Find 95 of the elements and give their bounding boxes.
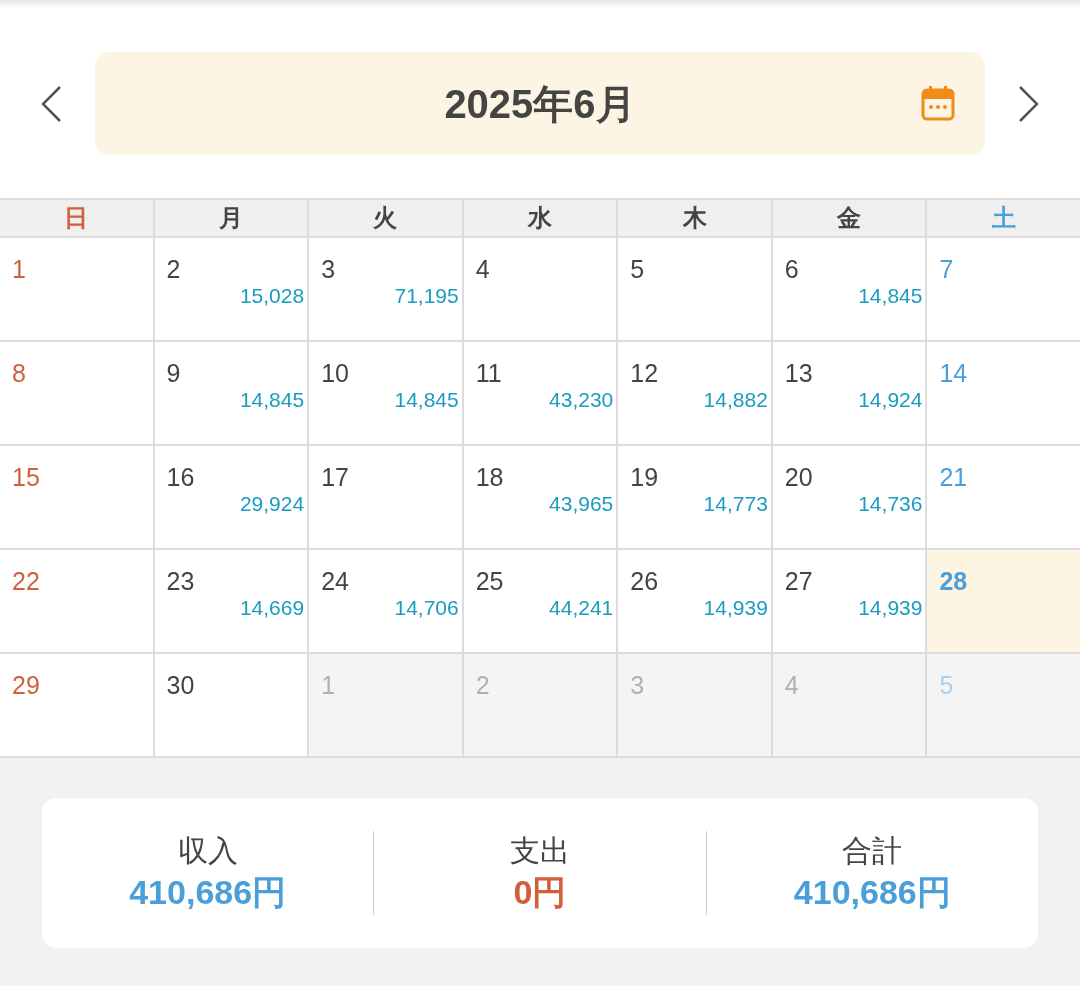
- day-number: 3: [321, 254, 337, 284]
- weekday-header: 水: [463, 200, 617, 236]
- weekday-header: 金: [772, 200, 926, 236]
- day-cell[interactable]: 6 14,845: [772, 238, 926, 340]
- summary-value: 410,686円: [129, 872, 287, 913]
- day-amount: 14,706: [394, 596, 459, 620]
- day-amount: 14,845: [394, 388, 459, 412]
- day-number: 21: [939, 462, 969, 492]
- day-number: 19: [630, 462, 660, 492]
- summary-label: 収入: [177, 833, 238, 869]
- day-number: 30: [166, 670, 196, 700]
- day-cell[interactable]: 24 14,706: [309, 550, 462, 652]
- day-number: 13: [784, 358, 814, 388]
- chevron-left-icon: [40, 84, 62, 123]
- day-cell[interactable]: 1: [0, 238, 153, 340]
- day-number: 7: [939, 254, 955, 284]
- day-number: 5: [630, 254, 646, 284]
- day-number: 8: [12, 358, 27, 388]
- day-number: 4: [475, 254, 491, 284]
- summary-value: 0円: [513, 872, 567, 913]
- day-number: 9: [166, 358, 182, 388]
- day-cell[interactable]: 8: [0, 342, 153, 444]
- day-cell[interactable]: 27 14,939: [772, 550, 926, 652]
- day-number: 29: [12, 670, 41, 700]
- weekday-header: 木: [618, 200, 771, 236]
- day-amount: 71,195: [394, 284, 459, 308]
- day-number: 22: [12, 566, 41, 596]
- day-number: 4: [784, 670, 800, 700]
- day-amount: 14,939: [858, 596, 923, 620]
- day-cell[interactable]: 23 14,669: [154, 550, 308, 652]
- day-cell[interactable]: 9 14,845: [154, 342, 308, 444]
- weekday-header: 月: [154, 200, 308, 236]
- calendar-icon: [921, 85, 955, 121]
- day-cell[interactable]: 26 14,939: [618, 550, 771, 652]
- day-number: 25: [475, 566, 505, 596]
- day-cell[interactable]: 5: [618, 238, 771, 340]
- chevron-right-icon: [1018, 84, 1040, 123]
- day-number: 16: [166, 462, 196, 492]
- day-amount: 43,965: [549, 492, 614, 516]
- day-amount: 29,924: [239, 492, 305, 516]
- day-number: 5: [939, 670, 955, 700]
- day-cell[interactable]: 30: [154, 654, 308, 756]
- day-amount: 14,939: [703, 596, 768, 620]
- day-number: 10: [321, 358, 350, 388]
- day-number: 28: [939, 566, 969, 596]
- summary-value: 410,686円: [793, 872, 951, 913]
- day-amount: 15,028: [239, 284, 305, 308]
- day-cell[interactable]: 13 14,924: [772, 342, 926, 444]
- day-amount: 14,736: [858, 492, 923, 516]
- day-number: 2: [166, 254, 182, 284]
- month-title: 2025年6月: [444, 80, 636, 128]
- weekday-header: 土: [927, 200, 1080, 236]
- day-amount: 14,924: [858, 388, 923, 412]
- weekday-header: 火: [309, 200, 462, 236]
- day-cell[interactable]: 20 14,736: [772, 446, 926, 548]
- day-number: 1: [12, 254, 27, 284]
- day-amount: 14,845: [239, 388, 305, 412]
- day-cell[interactable]: 15: [0, 446, 153, 548]
- day-number: 15: [12, 462, 41, 492]
- day-number: 3: [630, 670, 646, 700]
- day-number: 11: [475, 358, 503, 388]
- day-cell[interactable]: 12 14,882: [618, 342, 771, 444]
- day-number: 6: [784, 254, 800, 284]
- day-cell[interactable]: 3 71,195: [309, 238, 462, 340]
- day-number: 27: [784, 566, 814, 596]
- summary-label: 支出: [510, 833, 570, 869]
- day-amount: 14,882: [703, 388, 768, 412]
- day-number: 14: [939, 358, 969, 388]
- day-cell[interactable]: 22: [0, 550, 153, 652]
- day-number: 2: [475, 670, 491, 700]
- day-cell[interactable]: 18 43,965: [463, 446, 617, 548]
- day-cell[interactable]: 16 29,924: [154, 446, 308, 548]
- day-number: 24: [321, 566, 350, 596]
- day-number: 17: [321, 462, 350, 492]
- day-cell[interactable]: 29: [0, 654, 153, 756]
- day-cell[interactable]: 2 15,028: [154, 238, 308, 340]
- day-cell[interactable]: 4: [463, 238, 617, 340]
- day-amount: 14,669: [239, 596, 305, 620]
- day-cell[interactable]: 11 43,230: [463, 342, 617, 444]
- day-number: 26: [630, 566, 660, 596]
- day-amount: 14,845: [858, 284, 923, 308]
- day-amount: 14,773: [703, 492, 768, 516]
- day-cell[interactable]: 17: [309, 446, 462, 548]
- weekday-header: 日: [0, 200, 153, 236]
- day-amount: 43,230: [549, 388, 614, 412]
- day-cell[interactable]: 25 44,241: [463, 550, 617, 652]
- day-number: 23: [166, 566, 196, 596]
- day-number: 20: [784, 462, 814, 492]
- day-number: 1: [321, 670, 337, 700]
- day-amount: 44,241: [549, 596, 614, 620]
- day-number: 12: [630, 358, 660, 388]
- summary-label: 合計: [842, 833, 903, 869]
- day-cell[interactable]: 19 14,773: [618, 446, 771, 548]
- day-number: 18: [475, 462, 505, 492]
- day-cell[interactable]: 10 14,845: [309, 342, 462, 444]
